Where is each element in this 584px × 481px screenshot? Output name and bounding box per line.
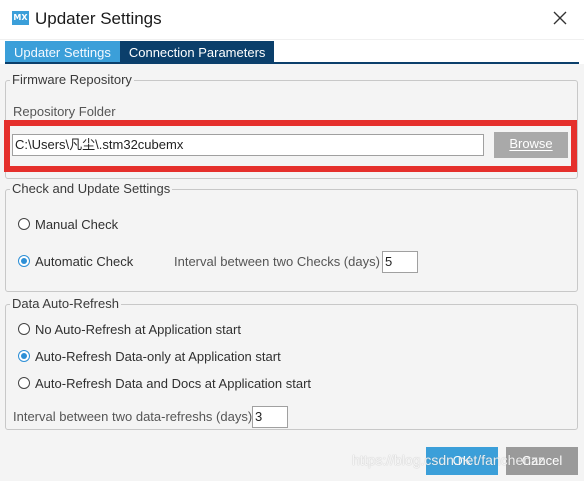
manual-check-option[interactable]: Manual Check (18, 215, 118, 233)
manual-check-radio[interactable] (18, 218, 30, 230)
automatic-check-radio[interactable] (18, 255, 30, 267)
no-auto-refresh-option[interactable]: No Auto-Refresh at Application start (18, 320, 241, 338)
refresh-data-docs-label: Auto-Refresh Data and Docs at Applicatio… (35, 375, 312, 391)
refresh-interval-field[interactable]: 3 (252, 406, 288, 428)
refresh-data-only-option[interactable]: Auto-Refresh Data-only at Application st… (18, 347, 281, 365)
refresh-interval-label: Interval between two data-refreshs (days… (13, 409, 253, 424)
window-title: Updater Settings (35, 9, 162, 28)
tab-updater-settings[interactable]: Updater Settings (5, 41, 120, 62)
check-update-settings-group: Check and Update Settings (5, 181, 578, 292)
repository-folder-label: Repository Folder (13, 104, 116, 119)
check-interval-label: Interval between two Checks (days) (174, 254, 380, 269)
repository-folder-field[interactable]: C:\Users\凡尘\.stm32cubemx (12, 134, 484, 156)
refresh-data-docs-option[interactable]: Auto-Refresh Data and Docs at Applicatio… (18, 374, 311, 392)
check-interval-field[interactable]: 5 (382, 251, 418, 273)
watermark-text: https://blog.csdn.net/fanchenzz (352, 452, 546, 468)
settings-panel: Firmware Repository Repository Folder C:… (0, 64, 584, 444)
browse-button[interactable]: Browse (494, 132, 568, 158)
tab-bar: Updater Settings Connection Parameters (5, 41, 275, 62)
no-auto-refresh-label: No Auto-Refresh at Application start (35, 321, 241, 337)
title-bar: MX Updater Settings (0, 0, 584, 40)
tab-connection-parameters[interactable]: Connection Parameters (119, 41, 275, 62)
check-update-settings-legend: Check and Update Settings (10, 181, 173, 196)
close-icon[interactable] (550, 8, 570, 28)
firmware-repository-legend: Firmware Repository (10, 72, 134, 87)
data-auto-refresh-legend: Data Auto-Refresh (10, 296, 121, 311)
no-auto-refresh-radio[interactable] (18, 323, 30, 335)
refresh-data-docs-radio[interactable] (18, 377, 30, 389)
automatic-check-label: Automatic Check (35, 253, 134, 269)
stm32cubemx-logo-icon: MX (12, 11, 29, 25)
refresh-data-only-radio[interactable] (18, 350, 30, 362)
automatic-check-option[interactable]: Automatic Check (18, 252, 133, 270)
firmware-repository-group: Firmware Repository (5, 72, 578, 179)
manual-check-label: Manual Check (35, 216, 119, 232)
refresh-data-only-label: Auto-Refresh Data-only at Application st… (35, 348, 281, 364)
